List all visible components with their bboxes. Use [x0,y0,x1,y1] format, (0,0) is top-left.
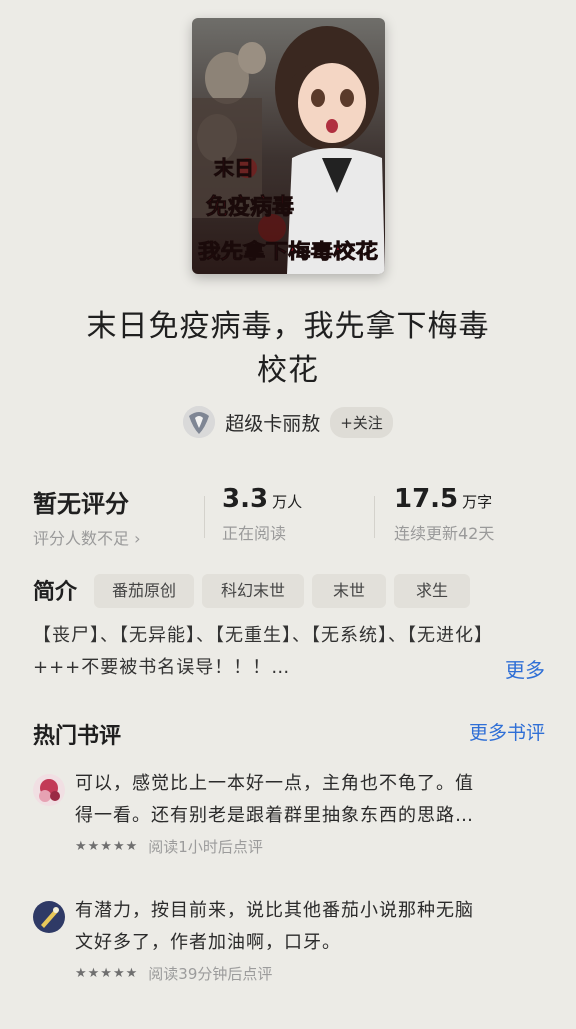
more-reviews-link[interactable]: 更多书评 [469,718,545,745]
reviewer-avatar[interactable] [33,901,65,933]
cover-title-line1: 末日 [214,156,254,180]
review-text: 有潜力，按目前来，说比其他番茄小说那种无脑 文好多了，作者加油啊，口牙。 [75,895,547,959]
tag-item[interactable]: 科幻末世 [202,574,304,608]
readers-value: 3.3 [222,484,269,514]
review-meta: ★★★★★ 阅读1小时后点评 [75,836,547,857]
review-line: 有潜力，按目前来，说比其他番茄小说那种无脑 [75,900,474,921]
review-item[interactable]: 有潜力，按目前来，说比其他番茄小说那种无脑 文好多了，作者加油啊，口牙。 ★★★… [33,895,547,984]
book-title-line2: 校花 [257,353,319,388]
book-cover-art: 末日 免疫病毒 我先拿下梅毒校花 [192,18,385,274]
rating-stat[interactable]: 暂无评分 评分人数不足 › [33,484,141,549]
words-unit: 万字 [462,493,493,511]
review-line: 文好多了，作者加油啊，口牙。 [75,932,341,953]
synopsis-line1: 【丧尸】、【无异能】、【无重生】、【无系统】、【无进化】 [33,625,493,646]
author-avatar[interactable] [183,406,216,438]
reviewer-avatar-icon [33,901,65,933]
tag-item[interactable]: 番茄原创 [94,574,194,608]
stats-divider [374,496,375,538]
stats-divider [204,496,205,538]
intro-label: 简介 [33,580,78,605]
stats-row: 暂无评分 评分人数不足 › 3.3 万人 正在阅读 17.5 万字 连续更新42天 [0,484,576,554]
synopsis[interactable]: 【丧尸】、【无异能】、【无重生】、【无系统】、【无进化】 +++不要被书名误导！… [33,620,553,684]
tag-item[interactable]: 求生 [394,574,470,608]
words-value: 17.5 [394,484,459,514]
review-meta: ★★★★★ 阅读39分钟后点评 [75,963,547,984]
author-row: 超级卡丽敖 +关注 [0,406,576,438]
cover-title-line2: 免疫病毒 [206,194,294,220]
book-title: 末日免疫病毒，我先拿下梅毒 校花 [0,305,576,393]
review-time: 阅读39分钟后点评 [148,965,273,983]
review-text: 可以，感觉比上一本好一点，主角也不龟了。值 得一看。还有别老是跟着群里抽象东西的… [75,768,547,832]
author-name[interactable]: 超级卡丽敖 [225,409,320,436]
review-stars: ★★★★★ [75,966,139,981]
words-sub: 连续更新42天 [394,524,495,543]
synopsis-line2: +++不要被书名误导！！！… [33,657,291,678]
readers-sub: 正在阅读 [222,524,287,543]
rating-sub: 评分人数不足 › [33,529,141,548]
book-cover[interactable]: 末日 免疫病毒 我先拿下梅毒校花 [192,18,385,274]
review-line: 得一看。还有别老是跟着群里抽象东西的思路… [75,805,474,826]
readers-unit: 万人 [272,493,303,511]
tag-item[interactable]: 末世 [312,574,386,608]
review-stars: ★★★★★ [75,839,139,854]
follow-button[interactable]: +关注 [330,406,393,438]
hot-reviews-title: 热门书评 [33,724,122,749]
review-time: 阅读1小时后点评 [148,838,263,856]
rating-main: 暂无评分 [33,490,129,518]
review-item[interactable]: 可以，感觉比上一本好一点，主角也不龟了。值 得一看。还有别老是跟着群里抽象东西的… [33,768,547,857]
more-synopsis-link[interactable]: 更多 [505,654,545,683]
readers-stat: 3.3 万人 正在阅读 [222,484,302,544]
reviewer-avatar-icon [33,774,65,806]
book-title-line1: 末日免疫病毒，我先拿下梅毒 [86,309,490,344]
words-stat: 17.5 万字 连续更新42天 [394,484,494,544]
reviewer-avatar[interactable] [33,774,65,806]
avatar-image-icon [183,406,216,438]
cover-title-line3: 我先拿下梅毒校花 [198,239,378,263]
review-line: 可以，感觉比上一本好一点，主角也不龟了。值 [75,773,474,794]
